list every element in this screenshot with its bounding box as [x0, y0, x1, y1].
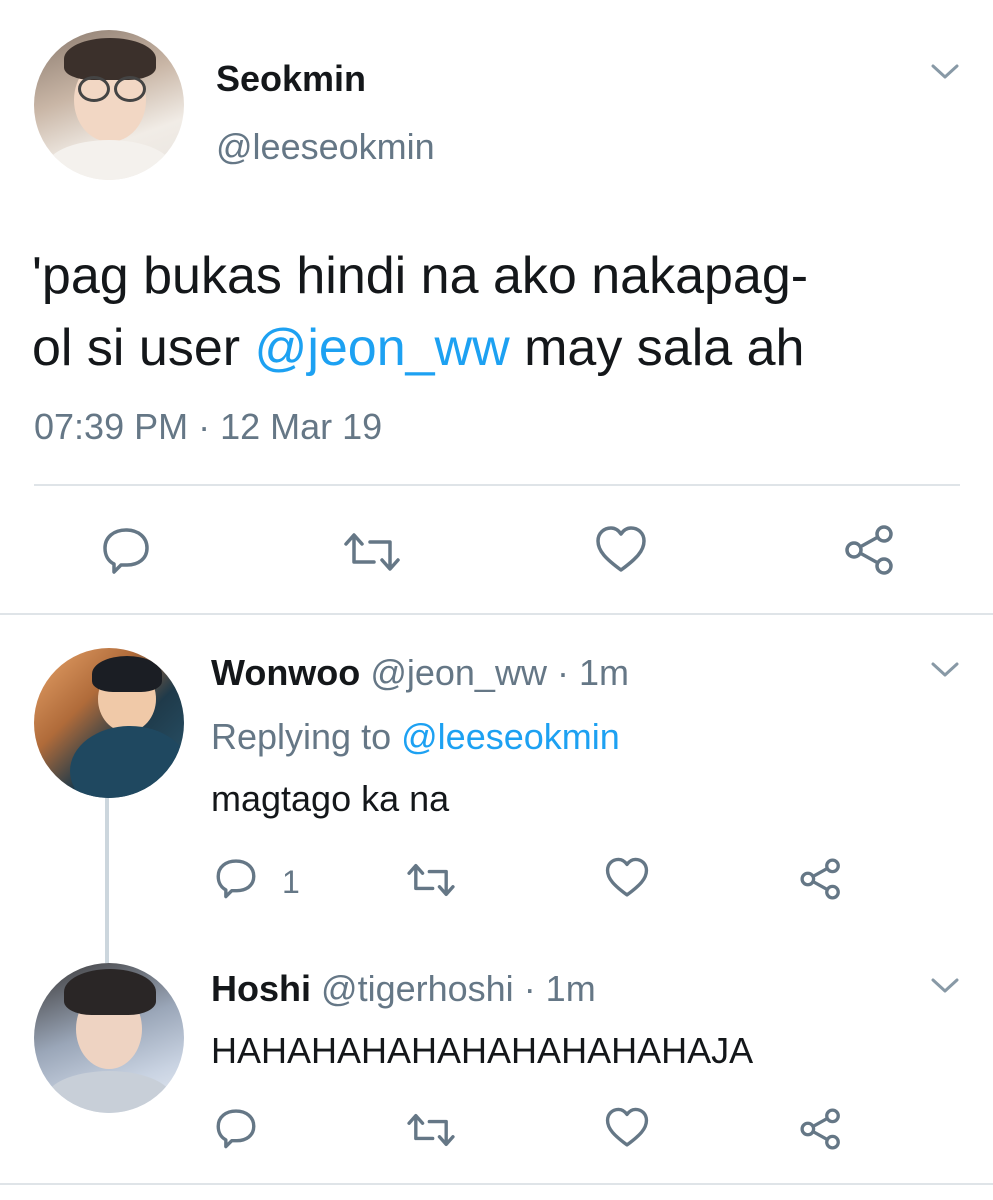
- avatar-seokmin[interactable]: [34, 30, 184, 180]
- divider: [0, 1183, 993, 1185]
- reply-header: Hoshi @tigerhoshi · 1m: [211, 968, 596, 1010]
- avatar-wonwoo[interactable]: [34, 648, 184, 798]
- reply-icon[interactable]: [214, 856, 258, 900]
- handle[interactable]: @leeseokmin: [216, 126, 435, 168]
- reply-text: HAHAHAHAHAHAHAHAHAHAJA: [211, 1030, 754, 1071]
- avatar-hoshi[interactable]: [34, 963, 184, 1113]
- divider: [34, 484, 960, 486]
- time-ago[interactable]: · 1m: [524, 968, 596, 1009]
- thread-line: [105, 798, 109, 963]
- replying-to-handle[interactable]: @leeseokmin: [401, 716, 620, 757]
- mention-link[interactable]: @jeon_ww: [255, 319, 510, 377]
- tweet-text-line1: 'pag bukas hindi na ako nakapag-: [32, 247, 809, 305]
- share-icon[interactable]: [798, 1106, 844, 1152]
- tweet-text-segment: may sala ah: [509, 319, 805, 377]
- share-icon[interactable]: [842, 522, 898, 578]
- tweet-text-line2: ol si user @jeon_ww may sala ah: [32, 312, 962, 384]
- chevron-down-icon[interactable]: [930, 976, 960, 996]
- reply-icon[interactable]: [214, 1106, 258, 1150]
- retweet-icon[interactable]: [404, 858, 458, 902]
- display-name[interactable]: Seokmin: [216, 58, 366, 100]
- handle[interactable]: @tigerhoshi: [321, 968, 514, 1009]
- divider: [0, 613, 993, 615]
- reply-header: Wonwoo @jeon_ww · 1m: [211, 652, 629, 694]
- handle[interactable]: @jeon_ww: [370, 652, 547, 693]
- retweet-icon[interactable]: [340, 526, 404, 578]
- reply-icon[interactable]: [100, 524, 152, 576]
- tweet-text-segment: ol si user: [32, 319, 255, 377]
- display-name[interactable]: Wonwoo: [211, 652, 360, 693]
- tweet-text: 'pag bukas hindi na ako nakapag- ol si u…: [32, 240, 962, 384]
- reply-count: 1: [282, 864, 300, 900]
- time-ago[interactable]: · 1m: [557, 652, 629, 693]
- retweet-icon[interactable]: [404, 1108, 458, 1152]
- display-name[interactable]: Hoshi: [211, 968, 311, 1009]
- replying-to: Replying to @leeseokmin: [211, 716, 620, 758]
- timestamp[interactable]: 07:39 PM · 12 Mar 19: [34, 406, 382, 448]
- chevron-down-icon[interactable]: [930, 660, 960, 680]
- replying-to-label: Replying to: [211, 716, 392, 757]
- like-icon[interactable]: [594, 524, 648, 576]
- share-icon[interactable]: [798, 856, 844, 902]
- reply-text: magtago ka na: [211, 778, 450, 819]
- like-icon[interactable]: [604, 1106, 650, 1150]
- chevron-down-icon[interactable]: [930, 62, 960, 82]
- like-icon[interactable]: [604, 856, 650, 900]
